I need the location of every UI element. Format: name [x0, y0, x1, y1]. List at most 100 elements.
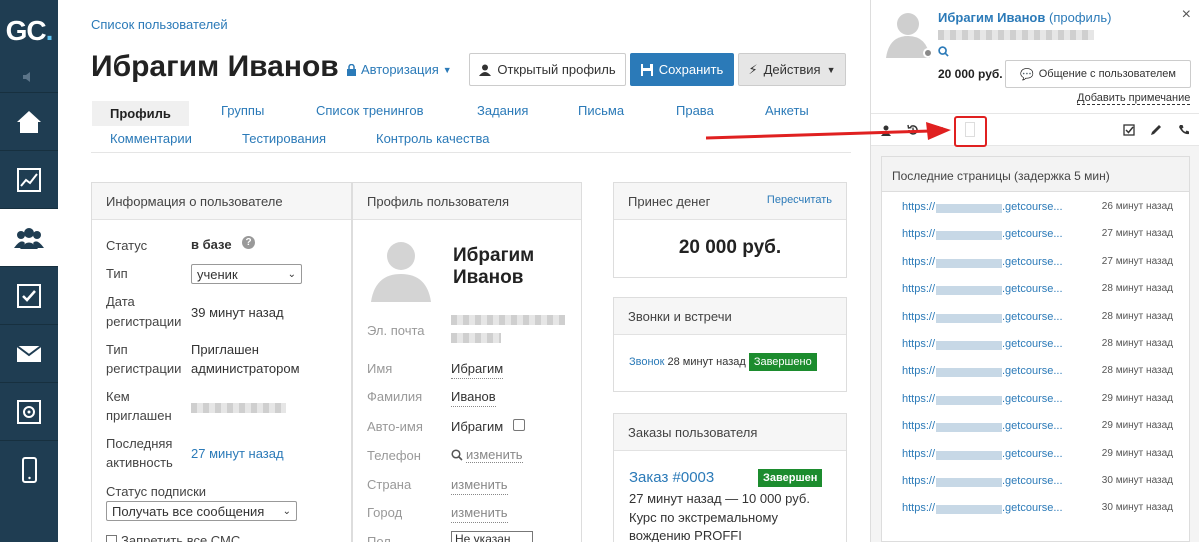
recent-page-row[interactable]: https:// .getcourse... 30 минут назад: [882, 495, 1189, 522]
recent-page-row[interactable]: https:// .getcourse... 29 минут назад: [882, 386, 1189, 413]
tab-tasks[interactable]: Задания: [477, 103, 528, 118]
sms-checkbox-row[interactable]: Запретить все СМС: [106, 533, 240, 542]
tab-tests[interactable]: Тестирования: [242, 131, 326, 146]
recent-page-url[interactable]: https://: [902, 475, 935, 487]
country-edit[interactable]: изменить: [451, 476, 508, 495]
recent-page-row[interactable]: https:// .getcourse... 29 минут назад: [882, 413, 1189, 440]
add-note-link[interactable]: Добавить примечание: [1077, 92, 1191, 105]
recent-page-row[interactable]: https:// .getcourse... 29 минут назад: [882, 441, 1189, 468]
recent-page-domain[interactable]: .getcourse...: [1002, 201, 1063, 213]
recent-page-row[interactable]: https:// .getcourse... 26 минут назад: [882, 194, 1189, 221]
first-name-label: Имя: [367, 361, 393, 376]
recent-page-domain[interactable]: .getcourse...: [1002, 420, 1063, 432]
recent-page-url[interactable]: https://: [902, 365, 935, 377]
speaker-icon[interactable]: [0, 62, 58, 92]
chat-with-user-button[interactable]: 💬 Общение с пользователем: [1005, 60, 1191, 88]
type-select[interactable]: ученик ⌄: [191, 264, 302, 284]
last-active-label-1: Последняя: [106, 436, 173, 451]
call-link[interactable]: Звонок: [629, 356, 665, 368]
recent-page-row[interactable]: https:// .getcourse... 27 минут назад: [882, 221, 1189, 248]
gender-select[interactable]: Не указан: [451, 531, 533, 542]
reg-type-value-2: администратором: [191, 361, 300, 376]
authorization-label: Авторизация: [361, 62, 439, 77]
users-icon[interactable]: [0, 208, 58, 266]
annotation-arrow: [706, 122, 951, 140]
tab-profile[interactable]: Профиль: [92, 101, 189, 126]
recent-page-row[interactable]: https:// .getcourse... 28 минут назад: [882, 358, 1189, 385]
blurred-subdomain: [936, 395, 1002, 405]
rp-profile-link[interactable]: (профиль): [1049, 10, 1111, 25]
recent-page-row[interactable]: https:// .getcourse... 28 минут назад: [882, 304, 1189, 331]
pencil-icon[interactable]: [1150, 124, 1162, 136]
recent-page-domain[interactable]: .getcourse...: [1002, 393, 1063, 405]
first-name-value[interactable]: Ибрагим: [451, 360, 504, 379]
recent-page-url[interactable]: https://: [902, 448, 935, 460]
recent-page-url[interactable]: https://: [902, 283, 935, 295]
recent-page-url[interactable]: https://: [902, 201, 935, 213]
blurred-email-1: [451, 315, 565, 325]
search-icon[interactable]: [938, 46, 949, 57]
recent-page-domain[interactable]: .getcourse...: [1002, 502, 1063, 514]
recent-page-domain[interactable]: .getcourse...: [1002, 448, 1063, 460]
tab-quality-control[interactable]: Контроль качества: [376, 131, 489, 146]
order-link[interactable]: Заказ #0003: [629, 469, 714, 486]
user-info-panel: Информация о пользователе Статус в базе …: [91, 182, 352, 542]
recent-page-domain[interactable]: .getcourse...: [1002, 283, 1063, 295]
recent-page-domain[interactable]: .getcourse...: [1002, 311, 1063, 323]
recent-page-domain[interactable]: .getcourse...: [1002, 228, 1063, 240]
logo[interactable]: GC.: [0, 0, 58, 62]
recent-page-url[interactable]: https://: [902, 393, 935, 405]
save-button[interactable]: Сохранить: [630, 53, 734, 86]
tab-trainings[interactable]: Список тренингов: [316, 103, 424, 118]
rp-user-name[interactable]: Ибрагим Иванов: [938, 10, 1045, 25]
gender-label: Пол: [367, 534, 391, 542]
open-profile-button[interactable]: Открытый профиль: [469, 53, 626, 86]
tab-comments[interactable]: Комментарии: [110, 131, 192, 146]
recent-page-url[interactable]: https://: [902, 502, 935, 514]
authorization-dropdown[interactable]: Авторизация ▼: [346, 62, 452, 77]
actions-dropdown-button[interactable]: ⚡ Действия ▼: [738, 53, 846, 86]
recent-page-row[interactable]: https:// .getcourse... 28 минут назад: [882, 331, 1189, 358]
recent-page-domain[interactable]: .getcourse...: [1002, 365, 1063, 377]
close-icon[interactable]: ×: [1182, 6, 1191, 24]
recent-page-url[interactable]: https://: [902, 256, 935, 268]
home-icon[interactable]: [0, 92, 58, 150]
mobile-icon[interactable]: [0, 440, 58, 498]
last-active-value[interactable]: 27 минут назад: [191, 445, 284, 463]
safe-icon[interactable]: [0, 382, 58, 440]
recent-page-row[interactable]: https:// .getcourse... 30 минут назад: [882, 468, 1189, 495]
phone-label: Телефон: [367, 448, 421, 463]
phone-icon[interactable]: [1178, 124, 1190, 136]
recent-page-url[interactable]: https://: [902, 311, 935, 323]
breadcrumb[interactable]: Список пользователей: [91, 17, 228, 32]
tasks-icon[interactable]: [0, 266, 58, 324]
avatar-placeholder-icon: [367, 236, 435, 302]
checkbox-icon[interactable]: [1123, 124, 1135, 136]
recent-page-time: 28 минут назад: [1101, 310, 1173, 322]
tab-letters[interactable]: Письма: [578, 103, 624, 118]
recent-page-url[interactable]: https://: [902, 420, 935, 432]
recalc-link[interactable]: Пересчитать: [767, 194, 832, 208]
logo-letter-g: G: [5, 15, 28, 46]
recent-page-url[interactable]: https://: [902, 338, 935, 350]
recent-page-domain[interactable]: .getcourse...: [1002, 475, 1063, 487]
last-name-value[interactable]: Иванов: [451, 388, 496, 407]
phone-edit[interactable]: изменить: [451, 447, 523, 463]
chart-icon[interactable]: [0, 150, 58, 208]
recent-page-url[interactable]: https://: [902, 228, 935, 240]
mail-icon[interactable]: [0, 324, 58, 382]
auto-name-checkbox[interactable]: [513, 419, 525, 431]
tab-groups[interactable]: Группы: [221, 103, 264, 118]
recent-page-domain[interactable]: .getcourse...: [1002, 256, 1063, 268]
recent-page-row[interactable]: https:// .getcourse... 28 минут назад: [882, 276, 1189, 303]
invited-label-1: Кем: [106, 389, 130, 404]
help-icon[interactable]: ?: [242, 236, 255, 249]
recent-page-domain[interactable]: .getcourse...: [1002, 338, 1063, 350]
city-edit[interactable]: изменить: [451, 504, 508, 523]
tab-questionnaires[interactable]: Анкеты: [765, 103, 809, 118]
sms-checkbox[interactable]: [106, 535, 117, 542]
sub-status-select[interactable]: Получать все сообщения ⌄: [106, 501, 297, 521]
tab-rights[interactable]: Права: [676, 103, 714, 118]
sub-status-label: Статус подписки: [106, 484, 207, 499]
recent-page-row[interactable]: https:// .getcourse... 27 минут назад: [882, 249, 1189, 276]
